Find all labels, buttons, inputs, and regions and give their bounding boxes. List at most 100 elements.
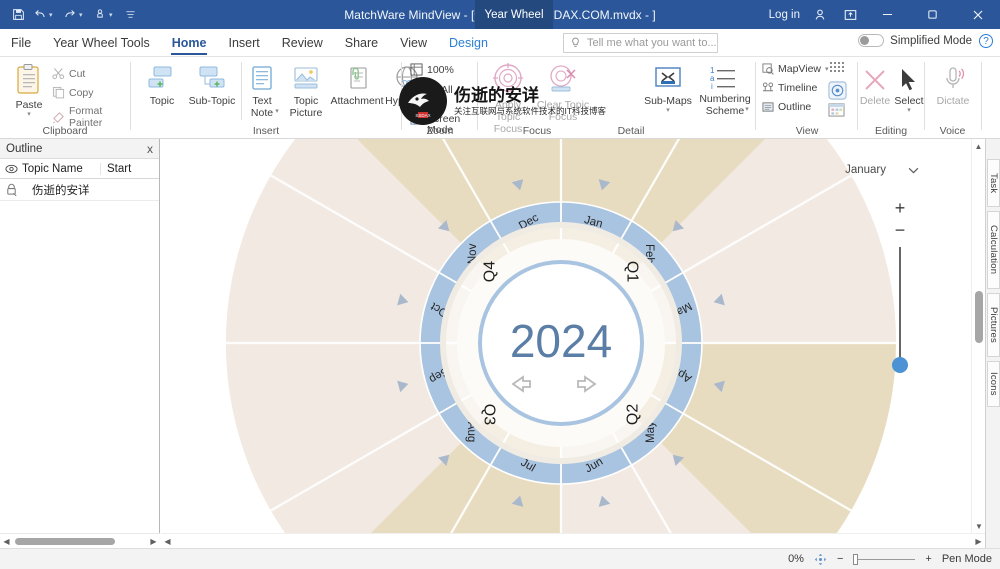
outline-scroll-thumb[interactable] [15,537,115,545]
mapview-caret-icon[interactable]: ▾ [825,65,829,73]
maximize-restore-button[interactable] [910,0,955,29]
select-caret-icon[interactable]: ▾ [907,107,911,115]
redo-icon[interactable] [60,4,80,25]
insert-sub-topic-button[interactable]: Sub-Topic [186,65,238,107]
redo-dropdown-caret-icon[interactable]: ▾ [79,11,88,19]
month-selector[interactable]: January [845,164,919,176]
mapview-button[interactable]: MapView ▾ [762,63,829,75]
outline-scroll-track[interactable] [13,535,147,548]
outline-view-button[interactable]: Outline [762,101,811,113]
clear-topic-focus-button[interactable]: Clear Topic Focus [534,63,592,123]
simplified-mode-toggle-group[interactable]: Simplified Mode [858,34,972,47]
paste-dropdown-caret-icon[interactable]: ▾ [27,111,31,119]
insert-topic-picture-button[interactable]: Topic Picture [284,65,328,119]
delete-button[interactable]: Delete [858,67,892,107]
tab-design[interactable]: Design [438,29,499,57]
tab-insert[interactable]: Insert [217,29,270,57]
tab-file[interactable]: File [0,29,42,57]
cut-button[interactable]: Cut [52,67,85,80]
tab-review[interactable]: Review [271,29,334,57]
account-person-icon[interactable] [805,0,835,29]
canvas-zoom-slider[interactable] [889,247,911,382]
mindmap-round-view-icon[interactable] [828,81,847,100]
zoom-100-button[interactable]: 100% [410,63,454,76]
canvas-zoom-control[interactable]: + − [889,197,911,382]
close-button[interactable] [955,0,1000,29]
tab-year-wheel-tools[interactable]: Year Wheel Tools [42,29,161,57]
year-wheel-canvas[interactable]: Jan Feb Mar Apr May Jun Jul Aug Sep Oct … [161,139,985,548]
status-zoom-in-button[interactable]: + [925,553,931,565]
touch-mode-icon[interactable] [90,4,110,25]
minimize-button[interactable] [865,0,910,29]
touch-mode-caret-icon[interactable]: ▾ [109,11,118,19]
zoom-slider-handle[interactable] [892,357,908,373]
help-icon[interactable]: ? [979,34,993,48]
tab-share[interactable]: Share [334,29,389,57]
save-icon[interactable] [8,4,28,25]
wheel-center[interactable]: 2024 [478,260,644,426]
scroll-down-arrow-icon[interactable]: ▼ [972,519,985,533]
tab-file-label: File [11,35,32,50]
status-zoom-out-button[interactable]: − [837,553,843,565]
dock-tab-task[interactable]: Task [987,159,1000,207]
tab-view[interactable]: View [389,29,438,57]
numbering-scheme-caret-icon[interactable]: ▾ [745,106,749,114]
year-wheel-context-tab[interactable]: Year Wheel [475,0,553,29]
gantt-grid-icon[interactable] [830,62,845,76]
canvas-scroll-left-arrow-icon[interactable]: ◀ [161,535,174,548]
insert-text-note-button[interactable]: Text Note ▾ [244,65,280,119]
insert-attachment-button[interactable]: Attachment [329,65,385,107]
customize-qat-icon[interactable] [120,4,140,25]
sub-maps-button[interactable]: Sub-Maps ▾ [641,65,695,115]
dock-tab-calculation[interactable]: Calculation [987,211,1000,289]
dictate-button[interactable]: Dictate [931,67,975,107]
pen-mode-button[interactable]: Pen Mode [942,553,992,565]
year-wheel-viewport[interactable]: Jan Feb Mar Apr May Jun Jul Aug Sep Oct … [161,139,971,533]
fit-all-button[interactable]: Fit All [410,83,453,96]
select-button[interactable]: Select ▾ [892,67,926,115]
canvas-horizontal-scrollbar[interactable]: ◀ ▶ [161,533,985,548]
text-note-caret-icon[interactable]: ▾ [275,108,279,116]
ribbon-tab-strip: File Year Wheel Tools Home Insert Review… [0,29,1000,57]
undo-icon[interactable] [30,4,50,25]
canvas-vertical-scrollbar[interactable]: ▲ ▼ [971,139,985,533]
canvas-zoom-out-button[interactable]: − [889,219,911,241]
tell-me-search-box[interactable]: Tell me what you want to... [563,33,718,53]
scroll-left-arrow-icon[interactable]: ◀ [0,535,13,548]
numbering-scheme-button[interactable]: 1ai Numbering Scheme ▾ [695,65,755,117]
fit-all-label: Fit All [427,83,453,96]
timeline-button[interactable]: Timeline [762,82,817,94]
login-label[interactable]: Log in [769,9,800,21]
tab-home[interactable]: Home [161,29,218,57]
year-wheel-diagram[interactable]: Jan Feb Mar Apr May Jun Jul Aug Sep Oct … [161,139,971,533]
canvas-vscroll-thumb[interactable] [975,291,983,343]
dock-tab-pictures[interactable]: Pictures [987,293,1000,357]
column-header-topic-name[interactable]: Topic Name [22,163,100,175]
calendar-view-icon[interactable] [828,102,845,117]
canvas-scroll-right-arrow-icon[interactable]: ▶ [972,535,985,548]
center-year-label: 2024 [510,315,612,367]
insert-sub-topic-label: Sub-Topic [188,95,236,107]
table-row[interactable]: 伤逝的安详 [0,179,159,201]
status-zoom-handle[interactable] [853,554,859,565]
sub-maps-caret-icon[interactable]: ▾ [666,107,670,115]
undo-dropdown-caret-icon[interactable]: ▾ [49,11,58,19]
scroll-right-arrow-icon[interactable]: ▶ [147,535,160,548]
canvas-zoom-in-button[interactable]: + [889,197,911,219]
scroll-up-arrow-icon[interactable]: ▲ [972,139,985,153]
status-zoom-slider[interactable] [853,553,916,565]
share-ribbon-display-icon[interactable] [835,0,865,29]
dock-tab-icons[interactable]: Icons [987,361,1000,407]
outline-horizontal-scrollbar[interactable]: ◀ ▶ [0,533,160,548]
paste-button[interactable]: Paste ▾ [8,63,50,119]
canvas-hscroll-track[interactable] [174,535,972,548]
simplified-mode-toggle[interactable] [858,34,885,47]
copy-button[interactable]: Copy [52,86,94,99]
application-window: ▾ ▾ ▾ MatchWare MindView - [伤逝的安详 SSDAX.… [0,0,1000,569]
outline-panel-close-icon[interactable]: x [147,142,153,156]
insert-topic-button[interactable]: Topic [140,65,184,107]
chevron-down-icon[interactable] [908,167,919,174]
visibility-eye-icon[interactable] [0,164,22,174]
fit-icon[interactable] [814,553,827,566]
column-header-start[interactable]: Start [100,162,159,175]
